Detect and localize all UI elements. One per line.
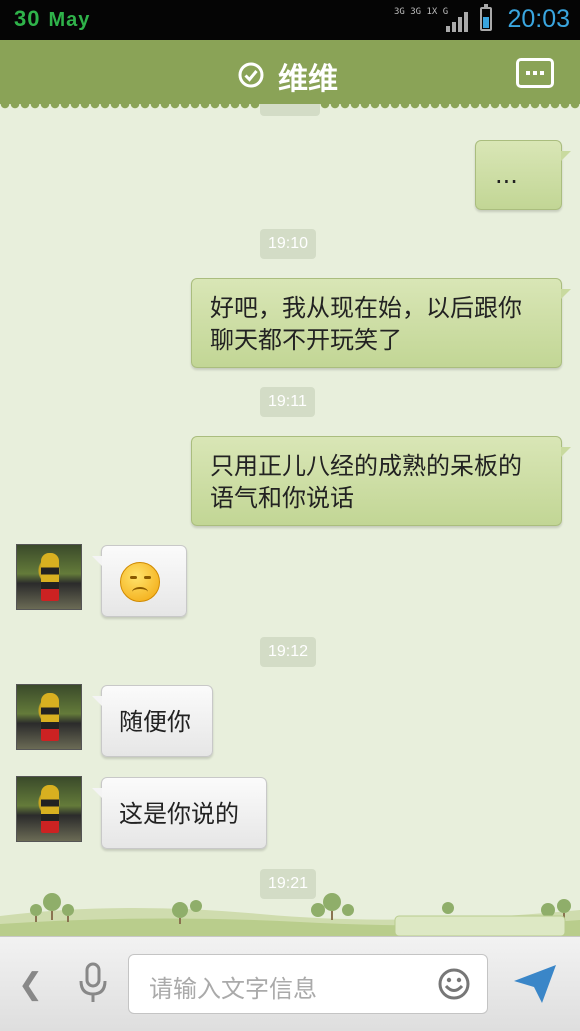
status-date: 30 May [14, 6, 90, 32]
more-dots-icon [526, 71, 530, 75]
status-date-day: 30 [14, 6, 41, 31]
smiley-icon[interactable] [437, 967, 471, 1001]
message-list[interactable]: ... 19:10 好吧，我从现在始，以后跟你聊天都不开玩笑了 19:11 只用… [0, 104, 580, 936]
avatar[interactable] [16, 684, 82, 750]
landscape-decoration [0, 893, 580, 936]
timestamp: 19:10 [260, 229, 317, 259]
status-date-month: May [48, 9, 91, 31]
battery-icon [480, 4, 492, 31]
network-indicator: 3G 3G 1X G [394, 7, 449, 17]
status-time: 20:03 [507, 5, 570, 33]
message-incoming[interactable]: 随便你 [92, 685, 213, 757]
sad-face-emoji-icon [120, 562, 160, 602]
message-text: 好吧，我从现在始，以后跟你聊天都不开玩笑了 [210, 294, 522, 354]
message-outgoing[interactable]: ... [475, 140, 571, 210]
chevron-left-icon[interactable]: ❮ [18, 967, 43, 1002]
avatar[interactable] [16, 776, 82, 842]
more-options-button[interactable] [516, 58, 554, 88]
message-text: 随便你 [119, 708, 191, 736]
message-incoming[interactable]: 这是你说的 [92, 777, 267, 849]
message-outgoing[interactable]: 好吧，我从现在始，以后跟你聊天都不开玩笑了 [191, 278, 571, 368]
check-circle-icon [238, 62, 264, 88]
message-text: ... [495, 161, 518, 189]
message-incoming[interactable] [92, 545, 187, 617]
input-bar: ❮ 请输入文字信息 [0, 936, 580, 1031]
microphone-icon[interactable] [76, 961, 110, 1005]
contact-name[interactable]: 维维 [278, 54, 338, 98]
message-text: 这是你说的 [119, 800, 239, 828]
timestamp: 19:11 [260, 387, 315, 417]
message-text: 只用正儿八经的成熟的呆板的语气和你说话 [210, 452, 522, 512]
timestamp: 19:12 [260, 637, 317, 667]
signal-icon [446, 12, 468, 32]
input-placeholder: 请输入文字信息 [149, 975, 317, 1003]
message-input[interactable]: 请输入文字信息 [128, 954, 488, 1014]
send-arrow-icon[interactable] [512, 963, 558, 1005]
chat-header: 维维 [0, 40, 580, 110]
timestamp-partial [260, 104, 320, 116]
status-bar: 30 May 3G 3G 1X G 20:03 [0, 0, 580, 40]
avatar[interactable] [16, 544, 82, 610]
message-outgoing[interactable]: 只用正儿八经的成熟的呆板的语气和你说话 [191, 436, 571, 526]
